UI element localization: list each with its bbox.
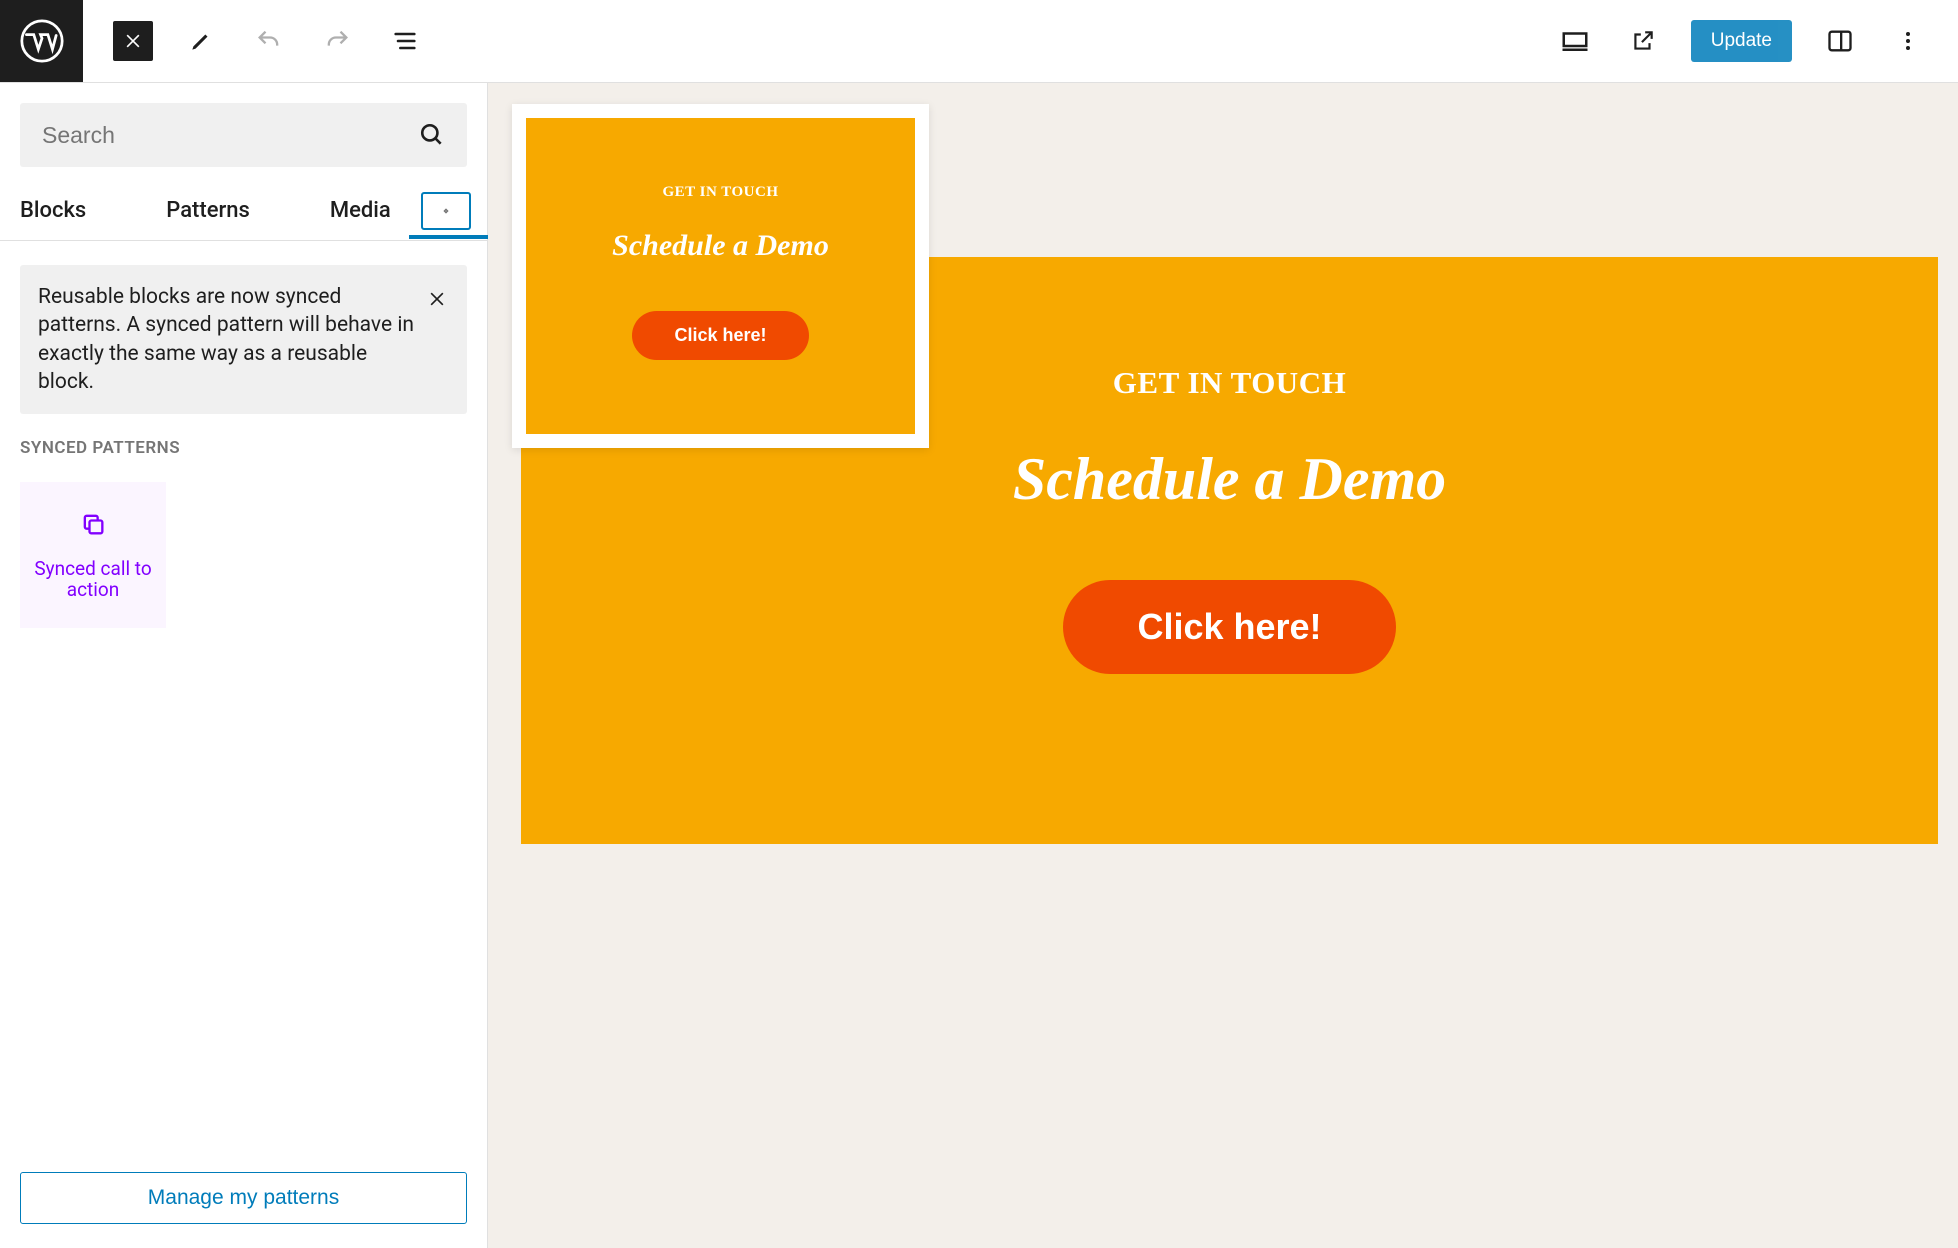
cta-button[interactable]: Click here!: [1063, 580, 1395, 674]
list-icon: [391, 27, 419, 55]
redo-icon: [323, 27, 351, 55]
external-link-icon: [1630, 28, 1656, 54]
cta-title-text[interactable]: Schedule a Demo: [1013, 445, 1446, 514]
notice-close-button[interactable]: [417, 279, 457, 319]
preview-title-text: Schedule a Demo: [612, 229, 829, 263]
tab-patterns[interactable]: Patterns: [146, 181, 270, 240]
preview-kicker-text: GET IN TOUCH: [662, 184, 778, 201]
close-icon: [123, 31, 143, 51]
inserter-tabs: Blocks Patterns Media: [0, 181, 487, 241]
tab-blocks[interactable]: Blocks: [0, 181, 106, 240]
open-external-button[interactable]: [1623, 21, 1663, 61]
synced-patterns-notice: Reusable blocks are now synced patterns.…: [20, 265, 467, 414]
close-icon: [427, 289, 447, 309]
search-box[interactable]: [20, 103, 467, 167]
undo-button: [249, 21, 289, 61]
reusable-block-icon: [79, 510, 107, 538]
more-options-button[interactable]: [1888, 21, 1928, 61]
pattern-item-label: Synced call to action: [30, 558, 156, 602]
close-inserter-button[interactable]: [113, 21, 153, 61]
tab-synced-patterns[interactable]: [421, 192, 471, 230]
document-overview-button[interactable]: [385, 21, 425, 61]
tab-media[interactable]: Media: [310, 181, 411, 240]
redo-button: [317, 21, 357, 61]
undo-icon: [255, 27, 283, 55]
edit-button[interactable]: [181, 21, 221, 61]
pattern-item-synced-cta[interactable]: Synced call to action: [20, 482, 166, 628]
manage-patterns-button[interactable]: Manage my patterns: [20, 1172, 467, 1224]
pattern-preview-tooltip: GET IN TOUCH Schedule a Demo Click here!: [512, 104, 929, 448]
search-icon: [419, 122, 445, 148]
kebab-icon: [1896, 29, 1920, 53]
sidebar-icon: [1826, 27, 1854, 55]
section-synced-patterns-label: SYNCED PATTERNS: [20, 438, 467, 458]
preview-button: Click here!: [632, 311, 808, 360]
view-button[interactable]: [1555, 21, 1595, 61]
pattern-preview-content: GET IN TOUCH Schedule a Demo Click here!: [526, 118, 915, 434]
notice-text: Reusable blocks are now synced patterns.…: [38, 285, 414, 394]
update-button[interactable]: Update: [1691, 20, 1792, 62]
synced-icon: [443, 198, 449, 224]
active-tab-indicator: [409, 235, 488, 239]
settings-panel-toggle[interactable]: [1820, 21, 1860, 61]
pencil-icon: [188, 28, 214, 54]
search-input[interactable]: [42, 122, 419, 149]
block-inserter-panel: Blocks Patterns Media Reusable blocks ar…: [0, 83, 488, 1248]
editor-canvas[interactable]: GET IN TOUCH Schedule a Demo Click here!…: [488, 83, 1958, 1248]
wordpress-icon: [20, 19, 64, 63]
top-toolbar: Update: [0, 0, 1958, 83]
wordpress-logo[interactable]: [0, 0, 83, 82]
desktop-icon: [1560, 26, 1590, 56]
cta-kicker-text[interactable]: GET IN TOUCH: [1113, 365, 1346, 401]
